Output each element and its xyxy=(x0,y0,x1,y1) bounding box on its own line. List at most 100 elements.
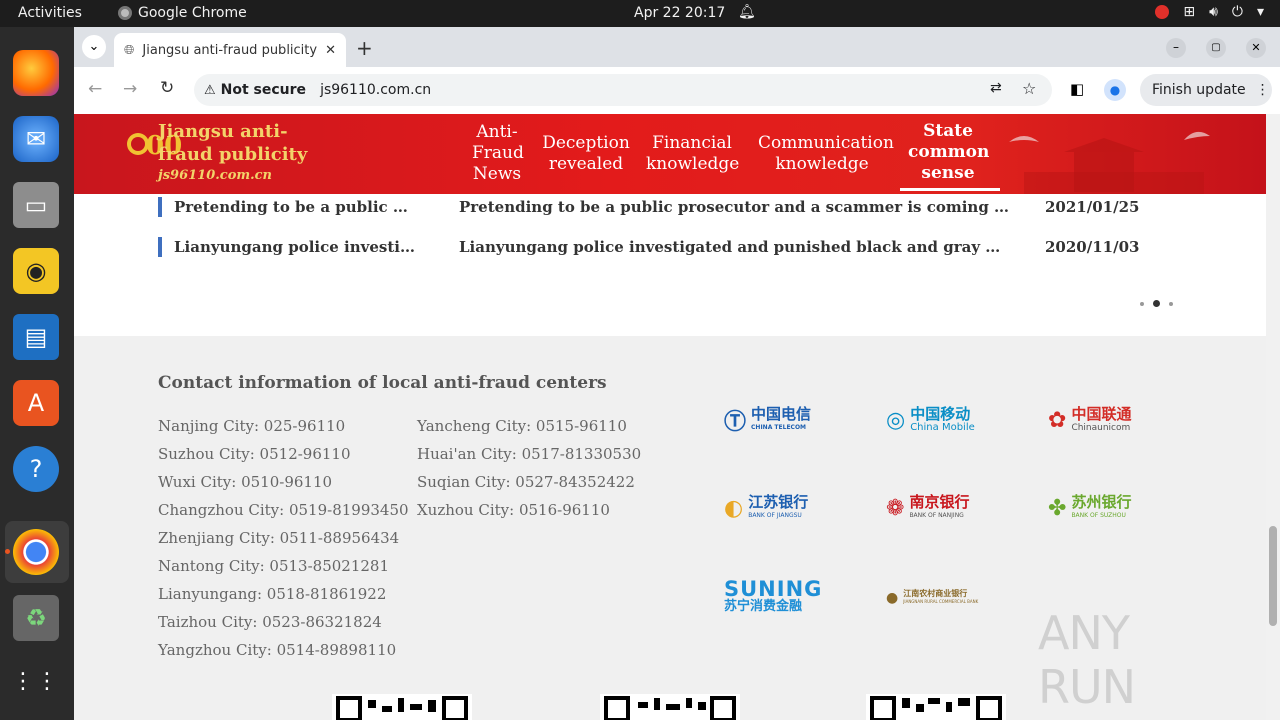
security-chip[interactable]: Not secure xyxy=(221,82,306,98)
contact-item: Yancheng City: 0515-96110 xyxy=(417,417,627,435)
chrome-icon[interactable] xyxy=(13,529,59,575)
brand-name: 苏州银行 xyxy=(1071,493,1132,511)
scrollbar-thumb[interactable] xyxy=(1269,526,1277,626)
unicom-knot-icon: ✿ xyxy=(1048,407,1067,433)
app-center-icon[interactable]: A xyxy=(13,380,59,426)
row-marker xyxy=(158,237,162,257)
pager-dot[interactable] xyxy=(1169,301,1173,306)
profile-avatar[interactable]: ● xyxy=(1104,79,1126,101)
volume-icon: 🔊︎ xyxy=(1209,4,1218,20)
close-tab-icon[interactable]: ✕ xyxy=(325,43,336,58)
brand-subtitle: 苏宁消费金融 xyxy=(724,599,803,614)
writer-icon[interactable]: ▤ xyxy=(13,314,59,360)
contact-item: Lianyungang: 0518-81861922 xyxy=(158,585,387,603)
brand-subtitle: JIANGNAN RURAL COMMERCIAL BANK xyxy=(903,599,979,604)
browser-toolbar: ← → ↻ ⚠ Not secure js96110.com.cn ⇄ ☆ ◧ … xyxy=(74,67,1280,114)
nav-financial-knowledge[interactable]: Financial knowledge xyxy=(646,133,739,175)
os-top-bar: Activities Google Chrome Apr 22 20:17 🔔︎… xyxy=(0,0,1280,27)
finish-update-button[interactable]: Finish update ⋮ xyxy=(1140,74,1272,106)
app-menu[interactable]: Google Chrome xyxy=(118,5,247,21)
contact-item: Nanjing City: 025-96110 xyxy=(158,417,346,435)
site-title[interactable]: Jiangsu anti-fraud publicity js96110.com… xyxy=(158,120,338,187)
warning-icon: ⚠ xyxy=(204,82,216,98)
contact-item: Taizhou City: 0523-86321824 xyxy=(158,613,382,631)
china-unicom-logo[interactable]: ✿ 中国联通 Chinaunicom xyxy=(1048,400,1158,440)
contact-item: Xuzhou City: 0516-96110 xyxy=(417,501,610,519)
app-name: Google Chrome xyxy=(138,5,247,21)
news-summary[interactable]: Pretending to be a public prosecutor and… xyxy=(459,198,1009,216)
suning-finance-logo[interactable]: SUNING 苏宁消费金融 xyxy=(724,578,834,618)
translate-icon[interactable]: ⇄ xyxy=(990,80,1002,96)
china-mobile-logo[interactable]: ◎ 中国移动 China Mobile xyxy=(886,400,996,440)
trash-icon[interactable]: ♻ xyxy=(13,595,59,641)
dock: ✉ ▭ ◉ ▤ A ? ♻ ⋮⋮ xyxy=(0,27,74,720)
bank-of-jiangsu-logo[interactable]: ◐ 江苏银行 BANK OF JIANGSU xyxy=(724,488,834,528)
activities-button[interactable]: Activities xyxy=(18,5,82,21)
running-indicator xyxy=(5,549,10,554)
nav-anti-fraud-news[interactable]: Anti-Fraud News xyxy=(472,122,524,185)
help-icon[interactable]: ? xyxy=(13,446,59,492)
contact-item: Suqian City: 0527-84352422 xyxy=(417,473,635,491)
news-summary[interactable]: Lianyungang police investigated and puni… xyxy=(459,238,1000,256)
minimize-button[interactable]: – xyxy=(1166,38,1186,58)
url-text[interactable]: js96110.com.cn xyxy=(320,82,431,98)
jiangnan-bank-emblem-icon: ● xyxy=(886,590,899,606)
brand-subtitle: BANK OF NANJING xyxy=(909,512,964,519)
news-row[interactable]: Pretending to be a public … Pretending t… xyxy=(158,196,1266,220)
china-telecom-logo[interactable]: Ⓣ 中国电信 CHINA TELECOM xyxy=(724,400,834,440)
close-window-button[interactable]: ✕ xyxy=(1246,38,1266,58)
firefox-icon[interactable] xyxy=(13,50,59,96)
clock[interactable]: Apr 22 20:17 xyxy=(634,5,725,21)
news-row[interactable]: Lianyungang police investi… Lianyungang … xyxy=(158,236,1266,260)
contact-item: Zhenjiang City: 0511-88956434 xyxy=(158,529,400,547)
back-button[interactable]: ← xyxy=(88,79,102,99)
do-not-disturb-icon xyxy=(1155,5,1170,19)
forward-button[interactable]: → xyxy=(123,79,137,99)
nav-communication-knowledge[interactable]: Communication knowledge xyxy=(758,133,894,175)
tab-search-button[interactable]: ⌄ xyxy=(82,35,106,59)
news-title[interactable]: Pretending to be a public … xyxy=(174,198,408,216)
bank-of-suzhou-logo[interactable]: ✤ 苏州银行 BANK OF SUZHOU xyxy=(1048,488,1158,528)
thunderbird-icon[interactable]: ✉ xyxy=(13,116,59,162)
chrome-small-icon xyxy=(118,6,132,20)
new-tab-button[interactable]: + xyxy=(356,36,373,60)
brand-subtitle: BANK OF SUZHOU xyxy=(1071,512,1126,519)
news-date: 2021/01/25 xyxy=(1045,198,1140,216)
jiangnan-rural-bank-logo[interactable]: ● 江南农村商业银行 JIANGNAN RURAL COMMERCIAL BANK xyxy=(886,578,996,618)
contact-item: Yangzhou City: 0514-89898110 xyxy=(158,641,397,659)
omnibox[interactable]: ⚠ Not secure js96110.com.cn ⇄ ☆ xyxy=(194,74,1052,106)
maximize-button[interactable]: ▢ xyxy=(1206,38,1226,58)
nav-deception-revealed[interactable]: Deception revealed xyxy=(542,133,630,175)
bookmark-star-icon[interactable]: ☆ xyxy=(1022,79,1036,98)
globe-icon: 🌐︎ xyxy=(124,42,135,58)
show-apps-icon[interactable]: ⋮⋮ xyxy=(12,658,59,704)
system-tray[interactable]: ⊞ 🔊︎ ⏻ ▾ xyxy=(1155,4,1264,20)
page-scrollbar[interactable] xyxy=(1266,114,1280,720)
brand-subtitle: China Mobile xyxy=(910,422,975,433)
carousel-pager xyxy=(1140,300,1173,307)
news-title[interactable]: Lianyungang police investi… xyxy=(174,238,415,256)
row-marker xyxy=(158,197,162,217)
tab-active[interactable]: 🌐︎ Jiangsu anti-fraud publicity ✕ xyxy=(114,33,346,67)
site-name: Jiangsu anti-fraud publicity xyxy=(158,121,308,165)
nav-state-common-sense[interactable]: State common sense xyxy=(908,121,989,184)
news-date: 2020/11/03 xyxy=(1045,238,1140,256)
telecom-emblem-icon: Ⓣ xyxy=(724,410,747,435)
pager-dot-current[interactable] xyxy=(1153,300,1160,307)
pager-dot[interactable] xyxy=(1140,301,1144,306)
jiangsu-bank-emblem-icon: ◐ xyxy=(724,495,744,521)
contact-item: Huai'an City: 0517-81330530 xyxy=(417,445,642,463)
files-icon[interactable]: ▭ xyxy=(13,182,59,228)
rhythmbox-icon[interactable]: ◉ xyxy=(13,248,59,294)
bank-of-nanjing-logo[interactable]: ❁ 南京银行 BANK OF NANJING xyxy=(886,488,996,528)
power-icon: ⏻ xyxy=(1231,4,1243,20)
site-banner: 00 Jiangsu anti-fraud publicity js96110.… xyxy=(74,114,1266,194)
contact-item: Suzhou City: 0512-96110 xyxy=(158,445,351,463)
brand-subtitle: BANK OF JIANGSU xyxy=(748,512,802,519)
contacts-column-1: Nanjing City: 025-96110 Suzhou City: 051… xyxy=(158,412,409,664)
reload-button[interactable]: ↻ xyxy=(160,78,174,98)
brand-subtitle: Chinaunicom xyxy=(1071,423,1131,433)
side-panel-icon[interactable]: ◧ xyxy=(1070,80,1084,98)
contact-item: Changzhou City: 0519-81993450 xyxy=(158,501,409,519)
brand-subtitle: CHINA TELECOM xyxy=(751,424,807,431)
